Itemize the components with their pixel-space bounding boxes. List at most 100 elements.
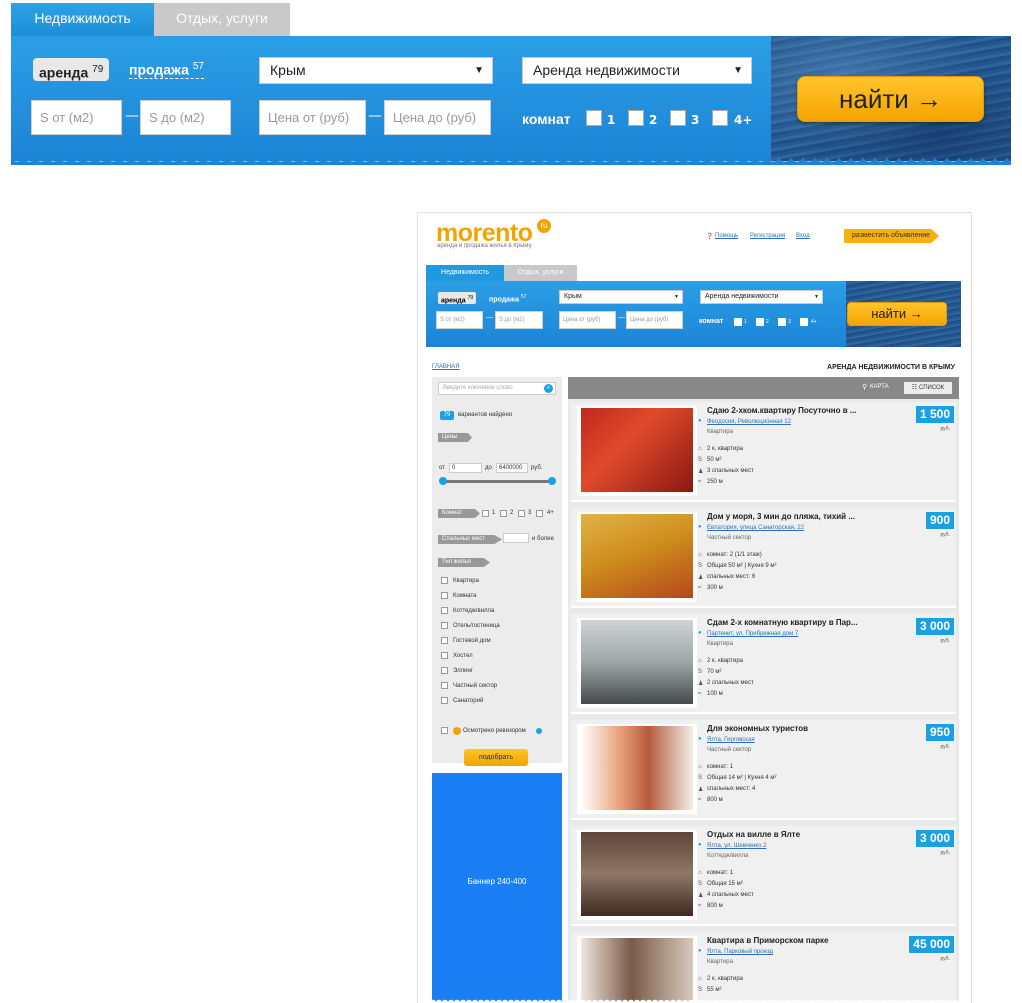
- mini-area-to[interactable]: S до (м2): [495, 311, 543, 329]
- house-icon: ⌂: [698, 976, 702, 982]
- type-checkbox[interactable]: [441, 652, 448, 659]
- area-from-input[interactable]: S от (м2): [31, 100, 122, 135]
- find-button[interactable]: найти →: [797, 76, 984, 122]
- listing-detail: Общая 14 м² | Кухня 4 м²: [707, 775, 777, 781]
- listing-photo[interactable]: [577, 724, 697, 814]
- type-checkbox[interactable]: [441, 607, 448, 614]
- listing-detail: 250 м: [707, 479, 723, 485]
- mini-deal-type-select[interactable]: Аренда недвижимости ▼: [700, 290, 823, 304]
- listing-card[interactable]: Сдам 2-х комнатную квартиру в Пар... ● Пар…: [571, 614, 956, 714]
- mini-price-to[interactable]: Цена до (руб): [626, 311, 683, 329]
- listing-address[interactable]: Ялта, ул. Шевченко 2: [707, 843, 766, 849]
- mini-room-1-checkbox[interactable]: [734, 318, 742, 326]
- price-max-input[interactable]: 6400000: [496, 463, 528, 473]
- search-icon[interactable]: ⌕: [544, 384, 553, 393]
- listing-address[interactable]: Партенит, ул. Прибрежная дом 7: [707, 631, 798, 637]
- price-slider-max-handle[interactable]: [548, 477, 556, 485]
- region-select[interactable]: Крым ▼: [259, 57, 493, 84]
- listing-photo[interactable]: [577, 406, 697, 496]
- type-checkbox[interactable]: [441, 577, 448, 584]
- area-to-input[interactable]: S до (м2): [140, 100, 231, 135]
- mini-tab-realty[interactable]: Недвижимость: [426, 265, 504, 281]
- price-slider-track[interactable]: [442, 480, 554, 483]
- mini-region-select[interactable]: Крым ▼: [559, 290, 683, 304]
- mini-area-from[interactable]: S от (м2): [436, 311, 483, 329]
- room-4plus-label: 4+: [734, 113, 753, 127]
- listing-address[interactable]: Феодосия, Революционная 12: [707, 419, 791, 425]
- search-widget: Недвижимость Отдых, услуги аренда 79 про…: [11, 3, 1011, 165]
- listing-photo[interactable]: [577, 830, 697, 920]
- area-icon: S: [698, 881, 703, 887]
- type-checkbox[interactable]: [441, 682, 448, 689]
- info-icon[interactable]: [536, 728, 542, 734]
- room-1-checkbox[interactable]: [482, 510, 489, 517]
- listing-title[interactable]: Сдаю 2-хком.квартиру Посуточно в ...: [707, 406, 857, 415]
- ad-banner[interactable]: Баннер 240-400: [432, 773, 562, 1003]
- listing-photo[interactable]: [577, 618, 697, 708]
- sale-toggle[interactable]: продажа 57: [129, 61, 204, 79]
- room-2-checkbox[interactable]: [500, 510, 507, 517]
- distance-icon: ≈: [698, 797, 702, 803]
- tab-realty[interactable]: Недвижимость: [11, 3, 154, 36]
- room-4plus-checkbox[interactable]: [712, 110, 728, 126]
- mini-sale-toggle[interactable]: продажа 57: [489, 294, 526, 303]
- listing-title[interactable]: Дом у моря, 3 мин до пляжа, тихий ...: [707, 512, 855, 521]
- price-currency: руб.: [940, 850, 950, 856]
- listing-title[interactable]: Квартира в Приморском парке: [707, 936, 829, 945]
- room-1-checkbox[interactable]: [586, 110, 602, 126]
- listing-card[interactable]: Сдаю 2-хком.квартиру Посуточно в ... ● Фео…: [571, 402, 956, 502]
- listing-address[interactable]: Ялта, Парковый проезд: [707, 949, 773, 955]
- mini-rooms-label: комнат: [699, 318, 724, 325]
- price-to-input[interactable]: Цена до (руб): [384, 100, 491, 135]
- listing-card[interactable]: Квартира в Приморском парке ● Ялта, Парков…: [571, 932, 956, 1003]
- deal-type-select[interactable]: Аренда недвижимости ▼: [522, 57, 752, 84]
- listing-card[interactable]: Дом у моря, 3 мин до пляжа, тихий ... ● Ев…: [571, 508, 956, 608]
- post-ad-button[interactable]: разместить объявление: [844, 229, 939, 243]
- beds-input[interactable]: [503, 533, 529, 543]
- price-min-input[interactable]: 0: [449, 463, 482, 473]
- mini-rent-toggle[interactable]: аренда 79: [438, 292, 477, 304]
- room-2-checkbox[interactable]: [628, 110, 644, 126]
- listing-title[interactable]: Отдых на вилле в Ялте: [707, 830, 800, 839]
- listing-card[interactable]: Для экономных туристов ● Ялта, Гирговская Ч…: [571, 720, 956, 820]
- keyword-search-input[interactable]: Введите ключевое слово ⌕: [438, 382, 556, 395]
- region-value: Крым: [270, 62, 306, 78]
- rent-toggle[interactable]: аренда 79: [33, 58, 110, 81]
- help-link[interactable]: Помощь: [715, 233, 738, 239]
- mini-room-3-checkbox[interactable]: [778, 318, 786, 326]
- mini-price-from[interactable]: Цена от (руб): [559, 311, 616, 329]
- room-4plus-checkbox[interactable]: [536, 510, 543, 517]
- mini-find-button[interactable]: найти →: [847, 302, 947, 326]
- breadcrumb[interactable]: ГЛАВНАЯ: [432, 364, 460, 370]
- listing-photo[interactable]: [577, 936, 697, 1003]
- listing-title[interactable]: Сдам 2-х комнатную квартиру в Пар...: [707, 618, 858, 627]
- type-checkbox[interactable]: [441, 622, 448, 629]
- register-link[interactable]: Регистрация: [750, 233, 785, 239]
- listing-address[interactable]: Ялта, Гирговская: [707, 737, 755, 743]
- pick-button[interactable]: подобрать: [464, 749, 528, 766]
- tab-rest-services[interactable]: Отдых, услуги: [154, 3, 290, 36]
- type-label: Квартира: [453, 578, 479, 584]
- wave-edge: [11, 157, 1011, 165]
- listing-address[interactable]: Евпатория, улица Санаторская, 22: [707, 525, 804, 531]
- listing-card[interactable]: Отдых на вилле в Ялте ● Ялта, ул. Шевченко…: [571, 826, 956, 926]
- type-checkbox[interactable]: [441, 592, 448, 599]
- listing-title[interactable]: Для экономных туристов: [707, 724, 808, 733]
- list-view-button[interactable]: ☷ СПИСОК: [904, 382, 952, 394]
- room-3-checkbox[interactable]: [518, 510, 525, 517]
- room-2-label: 2: [649, 113, 658, 127]
- mini-tab-rest[interactable]: Отдых, услуги: [504, 265, 577, 281]
- type-checkbox[interactable]: [441, 697, 448, 704]
- price-slider-min-handle[interactable]: [439, 477, 447, 485]
- type-checkbox[interactable]: [441, 667, 448, 674]
- inspected-checkbox[interactable]: [441, 727, 448, 734]
- mini-room-4plus-checkbox[interactable]: [800, 318, 808, 326]
- price-from-input[interactable]: Цена от (руб): [259, 100, 366, 135]
- listing-photo[interactable]: [577, 512, 697, 602]
- prices-header: Цены: [438, 433, 472, 442]
- room-3-checkbox[interactable]: [670, 110, 686, 126]
- login-link[interactable]: Вход: [796, 233, 810, 239]
- mini-room-2-checkbox[interactable]: [756, 318, 764, 326]
- type-checkbox[interactable]: [441, 637, 448, 644]
- map-view-link[interactable]: КАРТА: [870, 384, 889, 390]
